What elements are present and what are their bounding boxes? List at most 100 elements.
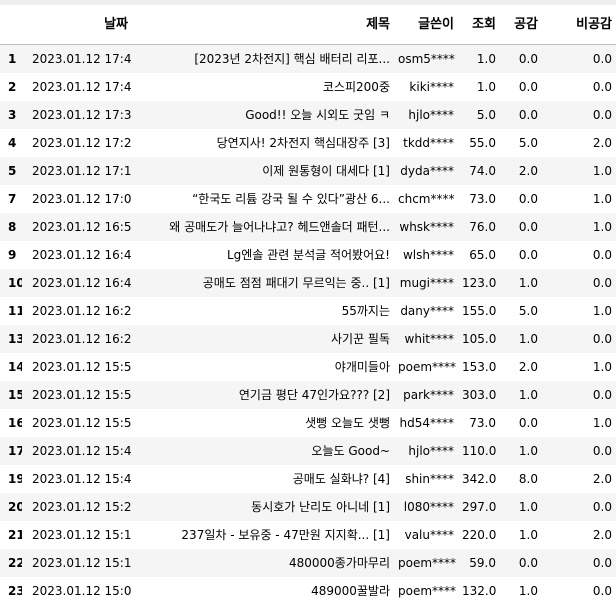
cell-date: 2023.01.12 15:48 xyxy=(32,444,132,458)
cell-views: 105.0 xyxy=(462,332,497,346)
column-header-likes: 공감 xyxy=(500,6,542,45)
cell-date: 2023.01.12 16:44 xyxy=(32,248,132,262)
table-header: 날짜 제목 글쓴이 조회 공감 비공감 xyxy=(0,6,616,45)
cell-title: [2023년 2차전지] 핵심 배터리 리포... xyxy=(194,52,390,66)
cell-author: whit**** xyxy=(404,332,454,346)
cell-dislikes: 1.0 xyxy=(592,164,612,178)
cell-title: 55까지는 xyxy=(341,304,390,318)
table-row: 13 2023.01.12 16:22 사기꾼 필독 whit**** 105.0 1.0… xyxy=(0,325,616,353)
cell-dislikes: 0.0 xyxy=(592,108,612,122)
cell-views: 74.0 xyxy=(469,164,496,178)
cell-date: 2023.01.12 17:15 xyxy=(32,164,132,178)
cell-likes: 1.0 xyxy=(518,332,538,346)
cell-author: chcm**** xyxy=(398,192,455,206)
table-row: 8 2023.01.12 16:56 왜 공매도가 늘어나냐고? 헤드앤솔더 패턴.… xyxy=(0,213,616,241)
cell-author: poem**** xyxy=(398,556,457,570)
cell-title: 사기꾼 필독 xyxy=(330,332,390,346)
table-row: 11 2023.01.12 16:25 55까지는 dany**** 155.0 5.0 1… xyxy=(0,297,616,325)
cell-dislikes: 1.0 xyxy=(592,360,612,374)
cell-author: whsk**** xyxy=(399,220,454,234)
row-index: 19 xyxy=(8,472,22,486)
table-row: 10 2023.01.12 16:44 공매도 점점 패대기 무르익는 중.. [1… xyxy=(0,269,616,297)
table-row: 5 2023.01.12 17:15 이제 원통형이 대세다 [1] dyda****… xyxy=(0,157,616,185)
cell-date: 2023.01.12 16:22 xyxy=(32,332,132,346)
table-row: 1 2023.01.12 17:41 [2023년 2차전지] 핵심 배터리 리포.… xyxy=(0,44,616,73)
cell-title: 237일차 - 보유중 - 47만원 지지확... [1] xyxy=(181,528,390,542)
cell-title: 연기금 평단 47인가요??? [2] xyxy=(238,388,390,402)
table-row: 17 2023.01.12 15:48 오늘도 Good~ hjlo**** 110.0… xyxy=(0,437,616,465)
dataframe-view: 날짜 제목 글쓴이 조회 공감 비공감 1 2023.01.12 17:41 [20… xyxy=(0,0,616,612)
cell-title: 489000꿀발라 xyxy=(311,584,390,598)
row-index: 20 xyxy=(8,500,22,514)
cell-author: tkdd**** xyxy=(403,136,454,150)
cell-title: 이제 원통형이 대세다 [1] xyxy=(262,164,390,178)
cell-title: 오늘도 Good~ xyxy=(311,444,390,458)
table-row: 3 2023.01.12 17:37 Good!! 오늘 시외도 굿임 ㅋ hjlo*… xyxy=(0,101,616,129)
cell-author: valu**** xyxy=(404,528,454,542)
cell-title: 왜 공매도가 늘어나냐고? 헤드앤솔더 패턴... xyxy=(169,220,390,234)
column-header-date: 날짜 xyxy=(22,6,132,45)
row-index: 22 xyxy=(8,556,22,570)
cell-likes: 0.0 xyxy=(518,416,538,430)
table-row: 23 2023.01.12 15:09 489000꿀발라 poem**** 132.0… xyxy=(0,577,616,605)
header-row: 날짜 제목 글쓴이 조회 공감 비공감 xyxy=(0,6,616,45)
cell-dislikes: 2.0 xyxy=(592,528,612,542)
row-index: 7 xyxy=(8,192,17,206)
table-row: 9 2023.01.12 16:44 Lg엔솔 관련 분석글 적어봤어요! wlsh*… xyxy=(0,241,616,269)
cell-dislikes: 0.0 xyxy=(592,332,612,346)
cell-likes: 5.0 xyxy=(518,136,538,150)
cell-views: 76.0 xyxy=(469,220,496,234)
cell-dislikes: 1.0 xyxy=(592,304,612,318)
cell-author: dany**** xyxy=(400,304,454,318)
table-row: 14 2023.01.12 15:56 야개미들아 poem**** 153.0 2.0 1… xyxy=(0,353,616,381)
cell-views: 155.0 xyxy=(462,304,497,318)
cell-likes: 0.0 xyxy=(518,192,538,206)
cell-likes: 2.0 xyxy=(518,360,538,374)
table-row: 4 2023.01.12 17:23 당연지사! 2차전지 핵심대장주 [3] tkd… xyxy=(0,129,616,157)
row-index: 3 xyxy=(8,108,17,122)
cell-author: l080**** xyxy=(403,500,454,514)
row-index: 16 xyxy=(8,416,22,430)
cell-dislikes: 0.0 xyxy=(592,556,612,570)
cell-author: hd54**** xyxy=(399,416,455,430)
row-index: 14 xyxy=(8,360,22,374)
cell-likes: 1.0 xyxy=(518,444,538,458)
row-index: 9 xyxy=(8,248,17,262)
cell-date: 2023.01.12 17:41 xyxy=(32,52,132,66)
cell-author: poem**** xyxy=(398,584,457,598)
table-row: 15 2023.01.12 15:54 연기금 평단 47인가요??? [2] par… xyxy=(0,381,616,409)
cell-author: osm5**** xyxy=(398,52,455,66)
cell-likes: 1.0 xyxy=(518,388,538,402)
cell-likes: 0.0 xyxy=(518,52,538,66)
row-index: 21 xyxy=(8,528,22,542)
cell-views: 73.0 xyxy=(469,192,496,206)
cell-likes: 1.0 xyxy=(518,276,538,290)
table-row: 16 2023.01.12 15:53 샛뻥 오늘도 샛뻥 hd54**** 73.0 0… xyxy=(0,409,616,437)
cell-author: mugi**** xyxy=(399,276,454,290)
table-row: 22 2023.01.12 15:14 480000종가마무리 poem**** 59.… xyxy=(0,549,616,577)
row-index: 2 xyxy=(8,80,17,94)
cell-views: 55.0 xyxy=(469,136,496,150)
cell-title: 480000종가마무리 xyxy=(288,556,390,570)
cell-views: 303.0 xyxy=(462,388,497,402)
cell-likes: 0.0 xyxy=(518,220,538,234)
cell-date: 2023.01.12 16:56 xyxy=(32,220,132,234)
cell-date: 2023.01.12 15:54 xyxy=(32,388,132,402)
cell-dislikes: 0.0 xyxy=(592,500,612,514)
cell-date: 2023.01.12 15:44 xyxy=(32,472,132,486)
cell-date: 2023.01.12 15:53 xyxy=(32,416,132,430)
cell-likes: 2.0 xyxy=(518,164,538,178)
cell-date: 2023.01.12 15:56 xyxy=(32,360,132,374)
cell-dislikes: 1.0 xyxy=(592,416,612,430)
cell-date: 2023.01.12 15:21 xyxy=(32,500,132,514)
cell-views: 153.0 xyxy=(462,360,497,374)
cell-author: poem**** xyxy=(398,360,457,374)
row-index: 15 xyxy=(8,388,22,402)
cell-likes: 5.0 xyxy=(518,304,538,318)
table-row: 2 2023.01.12 17:40 코스피200중 kiki**** 1.0 0.0 0.… xyxy=(0,73,616,101)
cell-title: 야개미들아 xyxy=(334,360,390,374)
row-index: 17 xyxy=(8,444,22,458)
top-divider xyxy=(0,0,616,5)
cell-dislikes: 0.0 xyxy=(592,584,612,598)
table-row: 21 2023.01.12 15:16 237일차 - 보유중 - 47만원 지지확… xyxy=(0,521,616,549)
